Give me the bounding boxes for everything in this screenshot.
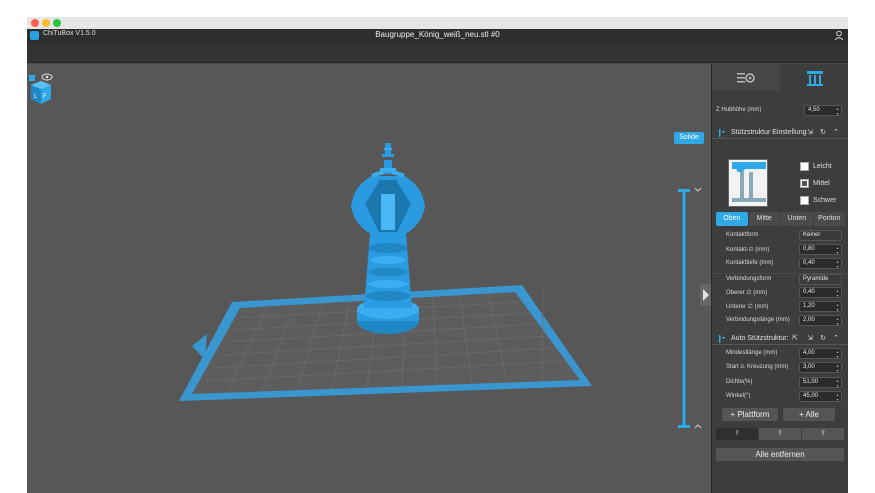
heavy-label: Schwer [813, 197, 837, 204]
lower-diam-label: Unterer ∅ (mm) [726, 304, 769, 310]
support-remove-icon: ⫯ [821, 430, 825, 437]
z-lift-input[interactable]: 4,50 [804, 105, 842, 116]
reset-icon-auto[interactable]: ↻ [819, 335, 827, 343]
auto-support-title: Auto Stützstruktur: [731, 335, 789, 342]
crossing-row: Start ü. Kreuzung (mm) 3,00 [712, 362, 848, 375]
contact-form-label: Kontaktform [726, 232, 759, 238]
contact-depth-input[interactable]: 0,40 [799, 258, 842, 269]
upper-diam-input[interactable]: 0,40 [799, 287, 842, 298]
auto-support-icon [719, 335, 725, 343]
connection-length-row: Verbindungslänge (mm) 2,00 [712, 315, 848, 328]
svg-text:F: F [43, 94, 47, 100]
tab-bottom[interactable]: Unten [781, 212, 813, 226]
collapse-icon[interactable]: ⌃ [832, 129, 840, 137]
tab-supports[interactable] [780, 64, 848, 91]
connection-form-label: Verbindungsform [726, 276, 772, 282]
reset-icon[interactable]: ↻ [819, 129, 827, 137]
tab-middle[interactable]: Mitte [748, 212, 780, 226]
angle-input[interactable]: 45,00 [799, 391, 842, 402]
support-settings-header: Stützstruktur Einstellung ⇲ ↻ ⌃ [712, 127, 848, 139]
connection-length-label: Verbindungslänge (mm) [726, 317, 790, 323]
support-settings-icon [719, 129, 725, 137]
collapse-icon-auto[interactable]: ⌃ [832, 335, 840, 343]
remove-all-button[interactable]: Alle entfernen [716, 448, 844, 461]
close-window-button[interactable] [31, 19, 39, 27]
support-preview-image [728, 159, 768, 207]
tab-raft[interactable]: Ponton [813, 212, 845, 226]
min-length-input[interactable]: 4,00 [799, 348, 842, 359]
import-icon[interactable]: ⇱ [791, 335, 799, 343]
macos-titlebar [27, 17, 848, 29]
min-length-label: Mindestlänge (mm) [726, 350, 778, 356]
contact-form-select[interactable]: Keiner [799, 230, 842, 241]
contact-depth-label: Kontakttiefe (mm) [726, 260, 774, 266]
lower-diam-input[interactable]: 1,20 [799, 301, 842, 312]
chevron-down-icon [694, 187, 702, 192]
density-row: Dichte(%) 51,00 [712, 377, 848, 390]
angle-row: Winkel(°) 45,00 [712, 391, 848, 404]
density-label: Dichte(%) [726, 379, 753, 385]
contact-depth-row: Kontakttiefe (mm) 0,40 [712, 258, 848, 271]
tab-settings[interactable] [712, 64, 780, 91]
minimize-window-button[interactable] [42, 19, 50, 27]
crossing-input[interactable]: 3,00 [799, 362, 842, 373]
min-length-row: Mindestlänge (mm) 4,00 [712, 348, 848, 361]
manual-support-tool[interactable]: ⫯ [716, 428, 758, 440]
layer-slider[interactable] [678, 189, 690, 428]
add-support-tool[interactable]: ⫯ [759, 428, 801, 440]
z-lift-label: Z Hubhöhe (mm) [716, 107, 762, 113]
angle-label: Winkel(°) [726, 393, 751, 399]
auto-support-header: Auto Stützstruktur: ⇱ ⇲ ↻ ⌃ [712, 333, 848, 345]
medium-checkbox-mark [802, 181, 807, 186]
settings-tab-icon [737, 73, 755, 83]
remove-support-tool[interactable]: ⫯ [802, 428, 844, 440]
connection-length-input[interactable]: 2,00 [799, 315, 842, 326]
app-titlebar: ChiTuBox V1.5.0 Baugruppe_König_weiß_neu… [27, 29, 848, 43]
zoom-window-button[interactable] [53, 19, 61, 27]
expand-arrow-icon[interactable] [700, 284, 711, 306]
export-icon-auto[interactable]: ⇲ [806, 335, 814, 343]
3d-viewport[interactable]: L F Solide [27, 64, 711, 493]
lower-diam-row: Unterer ∅ (mm) 1,20 [712, 301, 848, 314]
medium-label: Mittel [813, 180, 830, 187]
solid-view-button[interactable]: Solide [674, 132, 704, 144]
contact-diam-input[interactable]: 0,80 [799, 244, 842, 255]
user-icon[interactable] [834, 30, 844, 41]
contact-form-row: Kontaktform Keiner [712, 230, 848, 243]
contact-diam-label: Kontakt-∅ (mm) [726, 247, 770, 253]
scene-canvas[interactable] [27, 64, 711, 493]
support-settings-title: Stützstruktur Einstellung [731, 129, 807, 136]
support-part-tabs: Oben Mitte Unten Ponton [716, 212, 846, 226]
chevron-up-icon [694, 424, 702, 429]
platform-button[interactable]: + Plattform [722, 408, 778, 421]
connection-form-row: Verbindungsform Pyramide [712, 273, 848, 286]
connection-form-select[interactable]: Pyramide [799, 274, 842, 285]
right-panel: Z Hubhöhe (mm) 4,50 Stützstruktur Einste… [711, 64, 848, 493]
density-input[interactable]: 51,00 [799, 377, 842, 388]
top-toolbar [27, 43, 848, 63]
all-button[interactable]: + Alle [783, 408, 835, 421]
crossing-label: Start ü. Kreuzung (mm) [726, 364, 789, 370]
view-cube-icon[interactable]: L F [27, 73, 55, 105]
medium-checkbox[interactable] [800, 179, 809, 188]
heavy-checkbox[interactable] [800, 196, 809, 205]
supports-tab-icon [807, 71, 823, 86]
tab-top[interactable]: Oben [716, 212, 748, 226]
upper-diam-label: Oberer ∅ (mm) [726, 290, 768, 296]
support-tool-icon: ⫯ [735, 430, 739, 437]
upper-diam-row: Oberer ∅ (mm) 0,40 [712, 287, 848, 300]
z-lift-row: Z Hubhöhe (mm) 4,50 [712, 105, 848, 118]
light-label: Leicht [813, 163, 832, 170]
support-add-icon: ⫯ [778, 430, 782, 437]
document-title: Baugruppe_König_weiß_neu.stl #0 [375, 30, 500, 39]
export-icon[interactable]: ⇲ [806, 129, 814, 137]
plate-front-marker [192, 334, 207, 360]
contact-diam-row: Kontakt-∅ (mm) 0,80 [712, 244, 848, 257]
chess-king-model [351, 143, 425, 334]
light-checkbox[interactable] [800, 162, 809, 171]
app-window: ChiTuBox V1.5.0 Baugruppe_König_weiß_neu… [27, 17, 848, 493]
